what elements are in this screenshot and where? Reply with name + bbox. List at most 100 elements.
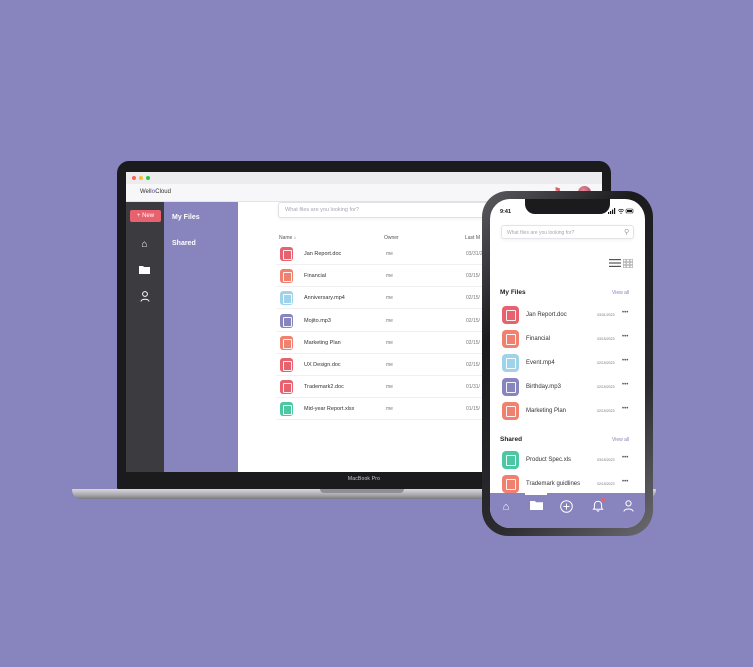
section-title-my-files: My Files xyxy=(500,289,526,296)
table-row[interactable]: Financial me 03/15/ xyxy=(276,265,506,288)
more-options-icon[interactable]: ••• xyxy=(622,310,628,316)
logo-prefix: Well xyxy=(140,189,152,195)
more-options-icon[interactable]: ••• xyxy=(622,479,628,485)
file-modified-date: 02/15/ xyxy=(466,295,480,302)
active-tab-indicator xyxy=(525,493,547,495)
phone-notch xyxy=(525,199,610,214)
folder-icon[interactable] xyxy=(528,500,544,514)
file-name: Marketing Plan xyxy=(304,339,341,346)
section-title-shared: Shared xyxy=(500,436,523,443)
file-name: Trademark2.doc xyxy=(304,384,344,391)
view-all-my-files-link[interactable]: View all xyxy=(612,290,629,296)
file-modified-date: 01/15/ xyxy=(466,406,480,413)
more-options-icon[interactable]: ••• xyxy=(622,406,628,412)
file-modified-date: 03/15/ xyxy=(466,273,480,280)
doc-file-icon xyxy=(280,247,293,261)
laptop-groove xyxy=(320,489,404,493)
table-row[interactable]: Jan Report.doc me 03/31/2 xyxy=(276,243,506,265)
doc-file-icon xyxy=(280,380,293,395)
file-date: 02/15/2023 xyxy=(597,385,615,389)
table-row[interactable]: Mojito.mp3 me 02/15/ xyxy=(276,310,506,332)
file-name: Trademark guidlines xyxy=(526,481,581,487)
more-options-icon[interactable]: ••• xyxy=(622,334,628,340)
file-modified-date: 01/31/ xyxy=(466,384,480,391)
audio-file-icon xyxy=(502,378,519,396)
sidebar-nav: My Files Shared xyxy=(164,202,238,472)
maximize-window-icon[interactable] xyxy=(146,176,150,180)
file-name: Jan Report.doc xyxy=(526,312,567,318)
file-owner: me xyxy=(386,317,393,324)
list-item[interactable]: Product Spec.xls 03/15/2023 ••• xyxy=(500,449,638,471)
doc-file-icon xyxy=(280,358,293,372)
table-row[interactable]: UX Design.doc me 02/15/ xyxy=(276,354,506,376)
folder-file-icon xyxy=(502,330,519,348)
table-row[interactable]: Mid-year Report.xlsx me 01/15/ xyxy=(276,398,506,421)
table-row[interactable]: Trademark2.doc me 01/31/ xyxy=(276,376,506,399)
file-date: 03/31/2023 xyxy=(597,313,615,317)
video-file-icon xyxy=(280,291,293,306)
search-icon[interactable]: ⚲ xyxy=(624,228,629,236)
sheet-file-icon xyxy=(502,451,519,469)
file-date: 02/15/2023 xyxy=(597,361,615,365)
file-modified-date: 02/15/ xyxy=(466,339,480,346)
table-row[interactable]: Marketing Plan me 02/15/ xyxy=(276,332,506,354)
file-name: Jan Report.doc xyxy=(304,251,342,257)
audio-file-icon xyxy=(280,313,293,328)
table-row[interactable]: Anniversary.mp4 me 02/15/ xyxy=(276,287,506,310)
column-header-name[interactable]: Name ↓ xyxy=(279,235,296,241)
column-header-owner[interactable]: Owner xyxy=(384,235,399,241)
mobile-search-input[interactable]: What files are you looking for? ⚲ xyxy=(501,225,634,239)
view-all-shared-link[interactable]: View all xyxy=(612,437,629,443)
folder-icon[interactable] xyxy=(138,265,151,278)
file-name: Mojito.mp3 xyxy=(304,317,331,324)
file-name: Anniversary.mp4 xyxy=(304,295,345,302)
file-owner: me xyxy=(386,384,393,391)
notification-badge xyxy=(601,498,605,502)
file-name: UX Design.doc xyxy=(304,362,341,368)
file-name: Product Spec.xls xyxy=(526,457,572,463)
home-icon[interactable]: ⌂ xyxy=(498,500,514,514)
status-time: 9:41 xyxy=(500,209,512,215)
grid-icon[interactable] xyxy=(623,259,633,268)
list-item[interactable]: Jan Report.doc 03/31/2023 ••• xyxy=(500,304,638,326)
file-name: Mid-year Report.xlsx xyxy=(304,406,355,413)
file-name: Financial xyxy=(304,273,327,280)
list-icon[interactable] xyxy=(609,259,621,267)
app-logo[interactable]: WelloCloud xyxy=(140,189,171,195)
sidebar-item-shared[interactable]: Shared xyxy=(172,240,196,247)
file-modified-date: 02/15/ xyxy=(466,362,480,368)
list-item[interactable]: Marketing Plan 02/15/2023 ••• xyxy=(500,400,638,422)
list-item[interactable]: Birthday.mp3 02/15/2023 ••• xyxy=(500,376,638,398)
more-options-icon[interactable]: ••• xyxy=(622,358,628,364)
search-input[interactable]: What files are you looking for? xyxy=(278,202,498,218)
search-placeholder: What files are you looking for? xyxy=(285,207,359,213)
column-header-modified[interactable]: Last M xyxy=(465,235,480,241)
home-icon[interactable]: ⌂ xyxy=(138,238,151,251)
file-date: 02/15/2023 xyxy=(597,482,615,486)
list-item[interactable]: Financial 03/15/2023 ••• xyxy=(500,328,638,350)
file-owner: me xyxy=(386,273,393,280)
new-button[interactable]: + New xyxy=(130,210,161,222)
user-icon[interactable] xyxy=(138,291,151,304)
more-options-icon[interactable]: ••• xyxy=(622,382,628,388)
list-item[interactable]: Trademark guidlines 02/15/2023 ••• xyxy=(500,473,638,495)
minimize-window-icon[interactable] xyxy=(139,176,143,180)
file-owner: me xyxy=(386,339,393,346)
file-owner: me xyxy=(386,295,393,302)
window-titlebar xyxy=(126,172,602,184)
file-name: Event.mp4 xyxy=(526,360,555,366)
sidebar-item-my-files[interactable]: My Files xyxy=(172,214,200,221)
more-options-icon[interactable]: ••• xyxy=(622,455,628,461)
file-owner: me xyxy=(386,251,393,257)
list-item[interactable]: Event.mp4 02/15/2023 ••• xyxy=(500,352,638,374)
file-date: 03/15/2023 xyxy=(597,337,615,341)
bottom-tab-bar: ⌂ xyxy=(490,493,645,528)
add-icon[interactable] xyxy=(558,500,574,514)
file-modified-date: 03/31/2 xyxy=(466,251,483,257)
close-window-icon[interactable] xyxy=(132,176,136,180)
file-owner: me xyxy=(386,362,393,368)
profile-icon[interactable] xyxy=(620,500,636,514)
file-modified-date: 02/15/ xyxy=(466,317,480,324)
notification-icon[interactable] xyxy=(590,500,606,514)
file-name: Financial xyxy=(526,336,551,342)
